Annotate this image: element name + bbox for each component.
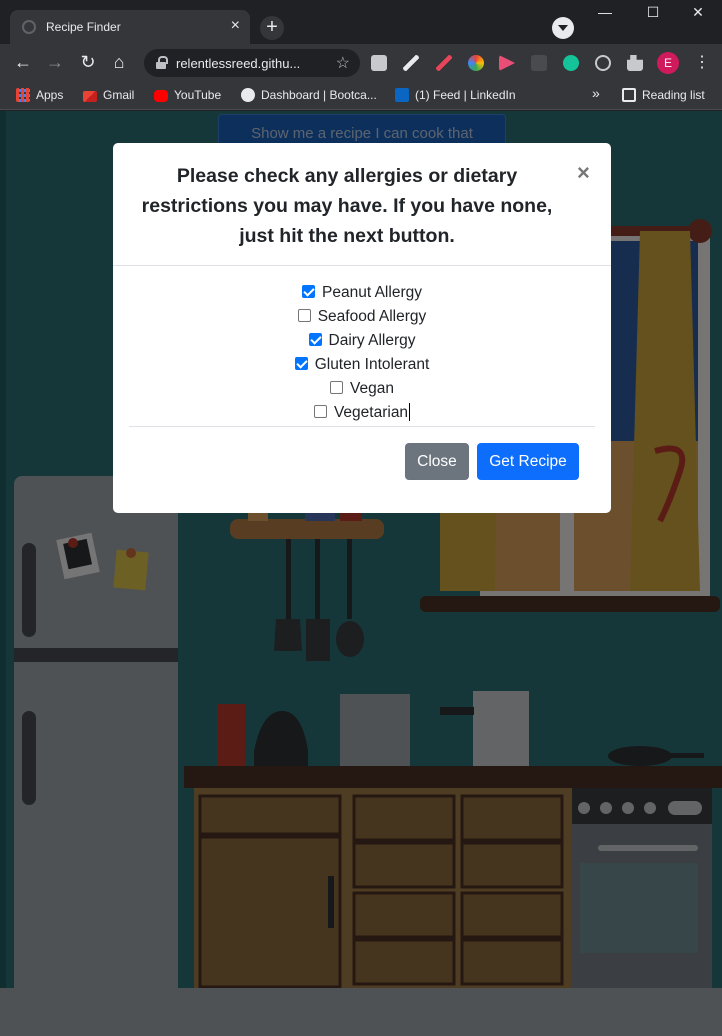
extension-color-picker-icon[interactable]: [468, 55, 484, 71]
address-bar[interactable]: relentlessreed.githu... ☆: [144, 49, 360, 77]
reload-button[interactable]: ↻: [77, 52, 99, 74]
option-vegan[interactable]: Vegan: [113, 377, 611, 401]
forward-button[interactable]: →: [44, 52, 66, 74]
modal-header-divider: [113, 265, 611, 266]
extension-pen-icon[interactable]: [403, 55, 419, 71]
option-dairy-allergy[interactable]: Dairy Allergy: [113, 329, 611, 353]
url-text[interactable]: relentlessreed.githu...: [176, 56, 300, 71]
get-recipe-button[interactable]: Get Recipe: [477, 443, 579, 480]
browser-toolbar: ← → ↻ ⌂ relentlessreed.githu... ☆ E ⋮: [0, 44, 722, 82]
grammarly-icon[interactable]: [563, 55, 579, 71]
bookmark-gmail[interactable]: Gmail: [83, 88, 134, 102]
restriction-options: Peanut Allergy Seafood Allergy Dairy All…: [113, 281, 611, 425]
reading-list-button[interactable]: Reading list: [622, 88, 705, 102]
dietary-restrictions-modal: Please check any allergies or dietary re…: [113, 143, 611, 513]
bookmark-linkedin[interactable]: (1) Feed | LinkedIn: [395, 88, 516, 102]
new-tab-button[interactable]: +: [260, 16, 284, 40]
extension-screenshot-icon[interactable]: [371, 55, 387, 71]
modal-title: Please check any allergies or dietary re…: [141, 165, 553, 247]
extensions-puzzle-icon[interactable]: [627, 55, 643, 71]
close-button[interactable]: Close: [405, 443, 469, 480]
option-label: Vegetarian: [333, 404, 409, 421]
profile-avatar[interactable]: E: [657, 52, 679, 74]
lock-icon[interactable]: [156, 56, 168, 69]
extension-inactive-icon[interactable]: [531, 55, 547, 71]
option-label: Vegan: [350, 380, 394, 397]
extension-brush-icon[interactable]: [436, 55, 452, 71]
page-viewport: Show me a recipe I can cook that Please …: [0, 111, 722, 1036]
close-window-button[interactable]: ✕: [683, 4, 713, 24]
vegetarian-checkbox[interactable]: [313, 405, 327, 418]
bookmark-dashboard[interactable]: Dashboard | Bootca...: [241, 88, 377, 102]
extension-play-icon[interactable]: [499, 55, 515, 71]
option-label: Peanut Allergy: [322, 284, 422, 301]
option-peanut-allergy[interactable]: Peanut Allergy: [113, 281, 611, 305]
globe-icon: [241, 88, 255, 102]
minimize-button[interactable]: —: [590, 4, 620, 24]
peanut-allergy-checkbox[interactable]: [302, 285, 316, 298]
browser-menu-icon[interactable]: ⋮: [694, 52, 710, 72]
apps-grid-icon: [16, 88, 30, 102]
loading-favicon-icon: [22, 20, 36, 34]
seafood-allergy-checkbox[interactable]: [297, 309, 311, 322]
linkedin-icon: [395, 88, 409, 102]
option-label: Gluten Intolerant: [314, 356, 430, 373]
dairy-allergy-checkbox[interactable]: [308, 333, 322, 346]
bookmark-star-icon[interactable]: ☆: [336, 53, 350, 73]
option-vegetarian[interactable]: Vegetarian: [113, 401, 611, 425]
option-label: Seafood Allergy: [317, 308, 427, 325]
tab-search-icon[interactable]: [552, 17, 574, 39]
browser-tab[interactable]: Recipe Finder ×: [10, 10, 250, 44]
vegan-checkbox[interactable]: [330, 381, 344, 394]
gluten-intolerant-checkbox[interactable]: [294, 357, 308, 370]
bookmark-youtube[interactable]: YouTube: [154, 88, 221, 102]
bookmark-apps[interactable]: Apps: [16, 88, 63, 102]
tab-close-icon[interactable]: ×: [231, 17, 240, 35]
text-cursor: [409, 403, 411, 421]
option-seafood-allergy[interactable]: Seafood Allergy: [113, 305, 611, 329]
tab-strip: Recipe Finder × + — ☐ ✕: [0, 0, 722, 44]
youtube-icon: [154, 90, 168, 102]
bookmarks-overflow-button[interactable]: »: [592, 85, 600, 101]
option-label: Dairy Allergy: [328, 332, 416, 349]
reading-list-icon: [622, 88, 636, 102]
modal-footer-divider: [129, 426, 595, 427]
option-gluten-intolerant[interactable]: Gluten Intolerant: [113, 353, 611, 377]
maximize-button[interactable]: ☐: [638, 4, 668, 24]
bookmarks-bar: Apps Gmail YouTube Dashboard | Bootca...…: [0, 82, 722, 110]
modal-close-icon[interactable]: ×: [577, 161, 590, 185]
back-button[interactable]: ←: [12, 52, 34, 74]
react-devtools-icon[interactable]: [595, 55, 611, 71]
tab-title: Recipe Finder: [46, 20, 121, 34]
home-button[interactable]: ⌂: [108, 52, 130, 74]
gmail-icon: [83, 91, 97, 102]
